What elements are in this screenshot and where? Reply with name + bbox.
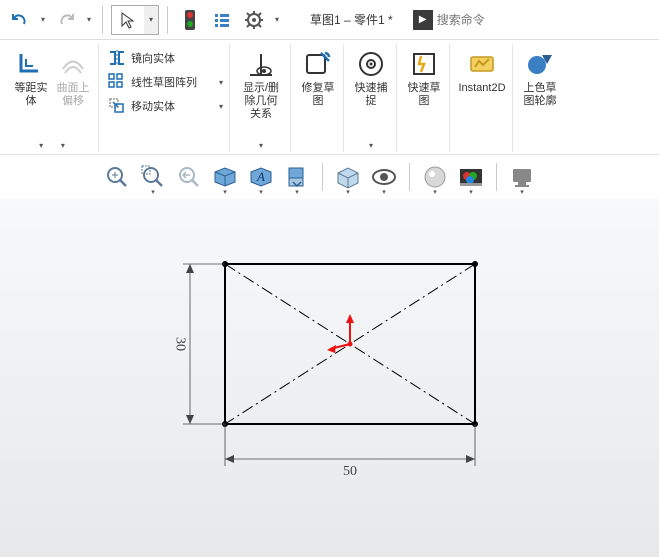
mirror-entities-button[interactable]: 镜向实体 <box>105 46 225 70</box>
width-dimension: 50 <box>225 424 475 479</box>
view-toolbar: ▾ ▾ A▾ ▾ ▾ ▾ ▾ ▾ ▾ <box>0 155 659 199</box>
undo-dropdown[interactable]: ▾ <box>38 15 48 24</box>
shaded-contour-button[interactable]: 上色草 图轮廓 <box>519 46 561 110</box>
sketch-drawing: 30 50 <box>0 199 659 557</box>
rapid-sketch-button[interactable]: 快速草 图 <box>403 46 445 110</box>
display-style-icon[interactable]: ▾ <box>331 160 365 194</box>
view-settings-icon[interactable]: ▾ <box>505 160 539 194</box>
zoom-fit-icon[interactable] <box>100 160 134 194</box>
svg-text:30: 30 <box>173 337 188 351</box>
list-icon[interactable] <box>208 6 236 34</box>
select-tool[interactable]: ▾ <box>111 5 159 35</box>
search-run-icon[interactable]: ▶ <box>413 10 433 30</box>
height-dimension: 30 <box>173 264 226 424</box>
svg-text:50: 50 <box>343 464 357 479</box>
move-entities-button[interactable]: 移动实体 ▾ <box>105 94 225 118</box>
offset-entities-button[interactable]: 等距实 体 <box>10 46 52 110</box>
settings-gear-icon[interactable] <box>240 6 268 34</box>
repair-sketch-button[interactable]: 修复草 图 <box>297 46 339 110</box>
sketch-canvas[interactable]: 30 50 <box>0 199 659 557</box>
apply-scene-icon[interactable]: ▾ <box>454 160 488 194</box>
edit-appearance-icon[interactable]: ▾ <box>418 160 452 194</box>
view-orientation-icon[interactable]: ▾ <box>280 160 314 194</box>
command-search[interactable]: ▶ <box>413 10 533 30</box>
prev-view-icon[interactable] <box>172 160 206 194</box>
redo-button[interactable] <box>52 6 80 34</box>
instant2d-button[interactable]: Instant2D <box>456 46 508 97</box>
linear-pattern-button[interactable]: 线性草图阵列 ▾ <box>105 70 225 94</box>
show-relations-button[interactable]: 显示/删 除几何 关系 <box>236 46 286 123</box>
traffic-light-icon[interactable] <box>176 6 204 34</box>
ribbon: 等距实 体 曲面上 偏移 ▾ ▾ 镜向实体 线性草图阵列 ▾ 移动实体 ▾ <box>0 40 659 155</box>
quick-access-toolbar: ▾ ▾ ▾ ▾ 草图1 – 零件1 * ▶ <box>0 0 659 40</box>
quick-snap-button[interactable]: 快速捕 捉 <box>350 46 392 110</box>
svg-text:A: A <box>256 169 265 184</box>
section-view-icon[interactable]: ▾ <box>208 160 242 194</box>
settings-dropdown[interactable]: ▾ <box>272 15 282 24</box>
document-title: 草图1 – 零件1 * <box>310 11 393 28</box>
search-input[interactable] <box>433 10 533 30</box>
redo-dropdown[interactable]: ▾ <box>84 15 94 24</box>
undo-button[interactable] <box>6 6 34 34</box>
surface-offset-button[interactable]: 曲面上 偏移 <box>52 46 94 110</box>
origin-icon <box>327 314 354 353</box>
hide-show-icon[interactable]: ▾ <box>367 160 401 194</box>
dynamic-annotation-icon[interactable]: A▾ <box>244 160 278 194</box>
zoom-area-icon[interactable]: ▾ <box>136 160 170 194</box>
